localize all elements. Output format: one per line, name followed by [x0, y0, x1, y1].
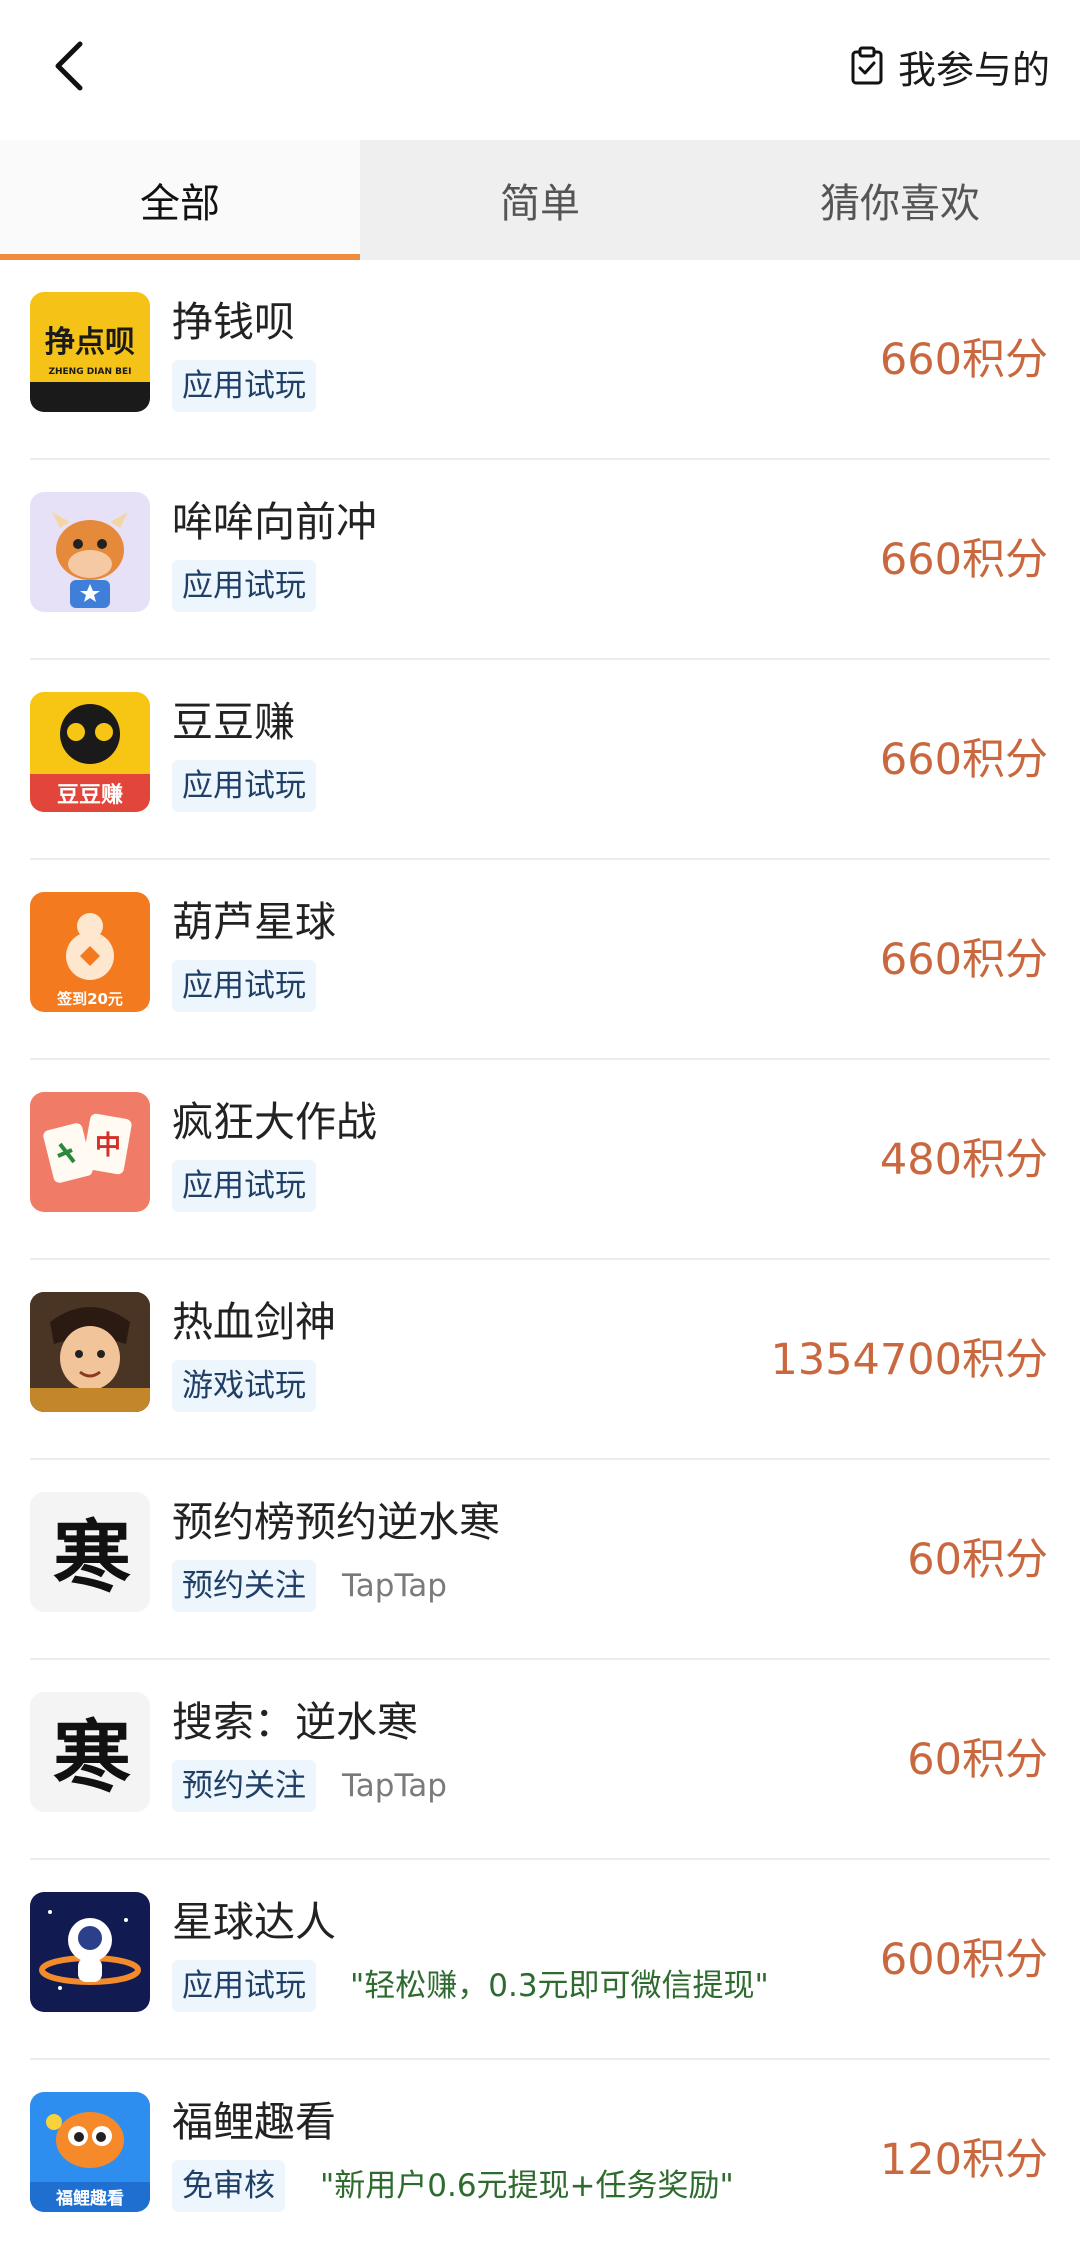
tab-simple[interactable]: 简单 [360, 140, 720, 260]
back-button[interactable] [40, 30, 100, 100]
task-title: 热血剑神 [172, 1298, 336, 1346]
task-title: 搜索：逆水寒 [172, 1698, 418, 1746]
task-source: TapTap [342, 1568, 447, 1604]
my-participation-label: 我参与的 [897, 47, 1050, 92]
task-points: 660积分 [879, 935, 1048, 985]
cow-mascot-app-icon [30, 492, 150, 612]
svg-text:挣点呗: 挣点呗 [45, 325, 135, 360]
fuli-fish-app-icon: 福鲤趣看 [30, 2092, 150, 2212]
task-type-tag: 应用试玩 [172, 1160, 316, 1212]
task-title: 福鲤趣看 [172, 2098, 336, 2146]
tab-label: 简单 [500, 181, 580, 227]
task-title: 预约榜预约逆水寒 [172, 1498, 500, 1546]
task-row[interactable]: 寒 预约榜预约逆水寒 预约关注 TapTap 60积分 [0, 1460, 1080, 1660]
task-description: "新用户0.6元提现+任务奖励" [320, 2168, 734, 2204]
task-points: 480积分 [879, 1135, 1048, 1185]
task-row[interactable]: 哞哞向前冲 应用试玩 660积分 [0, 460, 1080, 660]
task-type-tag: 预约关注 [172, 1560, 316, 1612]
task-points: 600积分 [879, 1935, 1048, 1985]
task-row[interactable]: 中 疯狂大作战 应用试玩 480积分 [0, 1060, 1080, 1260]
swordsman-game-icon [30, 1292, 150, 1412]
task-row[interactable]: 福鲤趣看 福鲤趣看 免审核 "新用户0.6元提现+任务奖励" 120积分 [0, 2060, 1080, 2258]
task-points: 60积分 [907, 1735, 1048, 1785]
task-points: 660积分 [879, 735, 1048, 785]
task-row[interactable]: 热血剑神 游戏试玩 1354700积分 [0, 1260, 1080, 1460]
task-row[interactable]: 星球达人 应用试玩 "轻松赚，0.3元即可微信提现" 600积分 [0, 1860, 1080, 2060]
task-type-tag: 游戏试玩 [172, 1360, 316, 1412]
task-type-tag: 应用试玩 [172, 560, 316, 612]
tab-all[interactable]: 全部 [0, 140, 360, 260]
svg-text:福鲤趣看: 福鲤趣看 [55, 2188, 124, 2209]
task-title: 哞哞向前冲 [172, 498, 377, 546]
svg-text:寒: 寒 [53, 1512, 131, 1603]
tab-label: 全部 [140, 181, 220, 227]
task-title: 葫芦星球 [172, 898, 336, 946]
task-source: TapTap [342, 1768, 447, 1804]
svg-text:签到20元: 签到20元 [56, 990, 123, 1008]
task-points: 660积分 [879, 535, 1048, 585]
task-list: 挣点呗 ZHENG DIAN BEI 挣钱呗 应用试玩 660积分 哞哞向前冲 … [0, 260, 1080, 2258]
zhengqianbei-app-icon: 挣点呗 ZHENG DIAN BEI [30, 292, 150, 412]
svg-text:ZHENG DIAN BEI: ZHENG DIAN BEI [48, 367, 131, 377]
category-tabs: 全部 简单 猜你喜欢 [0, 140, 1080, 260]
mahjong-tiles-app-icon: 中 [30, 1092, 150, 1212]
tab-label: 猜你喜欢 [820, 181, 980, 227]
svg-text:豆豆赚: 豆豆赚 [57, 782, 123, 808]
task-row[interactable]: 寒 搜索：逆水寒 预约关注 TapTap 60积分 [0, 1660, 1080, 1860]
task-type-tag: 应用试玩 [172, 760, 316, 812]
task-type-tag: 应用试玩 [172, 960, 316, 1012]
svg-text:中: 中 [95, 1131, 121, 1161]
task-type-tag: 应用试玩 [172, 360, 316, 412]
task-title: 疯狂大作战 [172, 1098, 377, 1146]
task-title: 星球达人 [172, 1898, 336, 1946]
top-bar: 我参与的 [0, 0, 1080, 140]
gourd-app-icon: 签到20元 [30, 892, 150, 1012]
task-type-tag: 预约关注 [172, 1760, 316, 1812]
chevron-left-icon [55, 41, 83, 91]
task-title: 豆豆赚 [172, 698, 295, 746]
tab-recommended[interactable]: 猜你喜欢 [720, 140, 1080, 260]
my-participation-button[interactable]: 我参与的 [850, 36, 1050, 96]
task-type-tag: 应用试玩 [172, 1960, 316, 2012]
task-points: 660积分 [879, 335, 1048, 385]
svg-text:寒: 寒 [53, 1712, 131, 1803]
task-row[interactable]: 签到20元 葫芦星球 应用试玩 660积分 [0, 860, 1080, 1060]
task-title: 挣钱呗 [172, 298, 295, 346]
clipboard-check-icon [851, 46, 883, 85]
task-row[interactable]: 挣点呗 ZHENG DIAN BEI 挣钱呗 应用试玩 660积分 [0, 260, 1080, 460]
astronaut-planet-app-icon [30, 1892, 150, 2012]
task-points: 1354700积分 [770, 1335, 1048, 1385]
task-points: 120积分 [879, 2135, 1048, 2185]
nishuihan-calligraphy-icon: 寒 [30, 1692, 150, 1812]
task-points: 60积分 [907, 1535, 1048, 1585]
task-type-tag: 免审核 [172, 2160, 285, 2212]
task-row[interactable]: 豆豆赚 豆豆赚 应用试玩 660积分 [0, 660, 1080, 860]
nishuihan-calligraphy-icon: 寒 [30, 1492, 150, 1612]
task-description: "轻松赚，0.3元即可微信提现" [350, 1968, 769, 2004]
doudouzhuan-app-icon: 豆豆赚 [30, 692, 150, 812]
